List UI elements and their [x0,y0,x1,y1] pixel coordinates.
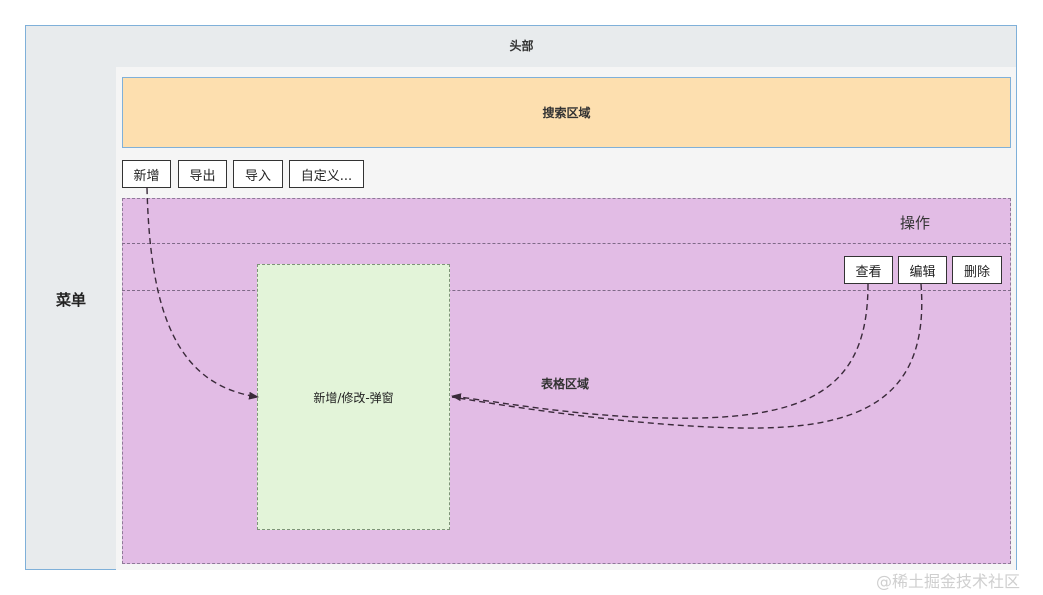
search-area: 搜索区域 [122,77,1011,148]
header-label: 头部 [509,39,534,53]
import-button[interactable]: 导入 [233,160,283,188]
export-button[interactable]: 导出 [178,160,227,188]
operations-column-label: 操作 [900,214,931,232]
watermark: @稀土掘金技术社区 [876,572,1021,591]
search-area-label: 搜索区域 [542,106,591,120]
add-edit-dialog: 新增/修改-弹窗 [257,264,450,530]
table-area-label: 表格区域 [541,377,590,391]
table-row-divider [122,290,1011,291]
customize-button[interactable]: 自定义... [289,160,364,188]
table-header-divider [122,243,1011,244]
edit-button[interactable]: 编辑 [898,256,947,284]
view-button[interactable]: 查看 [844,256,893,284]
add-button[interactable]: 新增 [122,160,171,188]
delete-button[interactable]: 删除 [952,256,1002,284]
dialog-label: 新增/修改-弹窗 [313,390,394,405]
menu-label: 菜单 [56,291,87,309]
